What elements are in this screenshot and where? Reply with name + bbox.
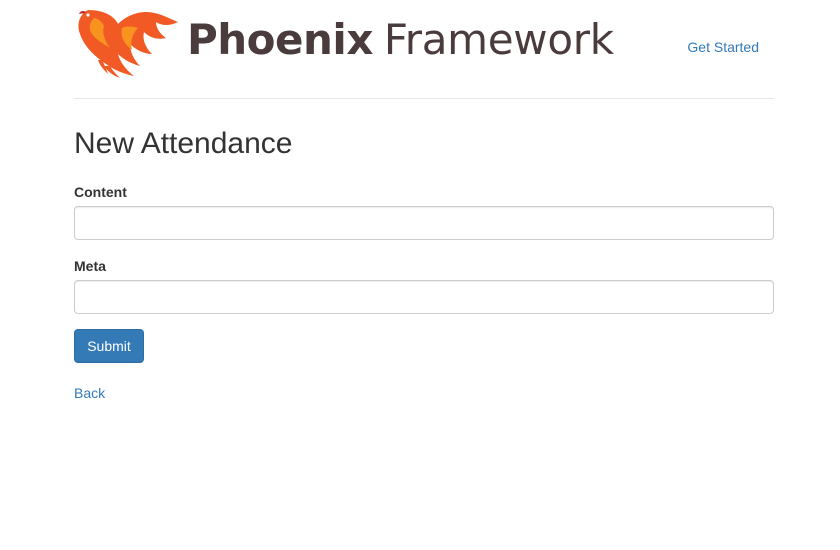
phoenix-logo[interactable]: Phoenix Framework xyxy=(74,4,614,80)
page: Phoenix Framework Get Started New Attenda… xyxy=(0,0,840,550)
meta-input[interactable] xyxy=(74,280,774,314)
submit-button[interactable]: Submit xyxy=(74,329,144,363)
header: Phoenix Framework Get Started xyxy=(74,0,774,99)
meta-label: Meta xyxy=(74,258,106,274)
content-label: Content xyxy=(74,184,127,200)
get-started-link[interactable]: Get Started xyxy=(687,38,759,56)
phoenix-bird-icon xyxy=(78,10,178,78)
logo-text-phoenix: Phoenix xyxy=(187,15,373,64)
back-link[interactable]: Back xyxy=(74,384,105,402)
content-input[interactable] xyxy=(74,206,774,240)
logo-text-framework: Framework xyxy=(383,15,614,64)
logo-wordmark: Phoenix Framework xyxy=(187,14,614,66)
page-title: New Attendance xyxy=(74,127,293,160)
